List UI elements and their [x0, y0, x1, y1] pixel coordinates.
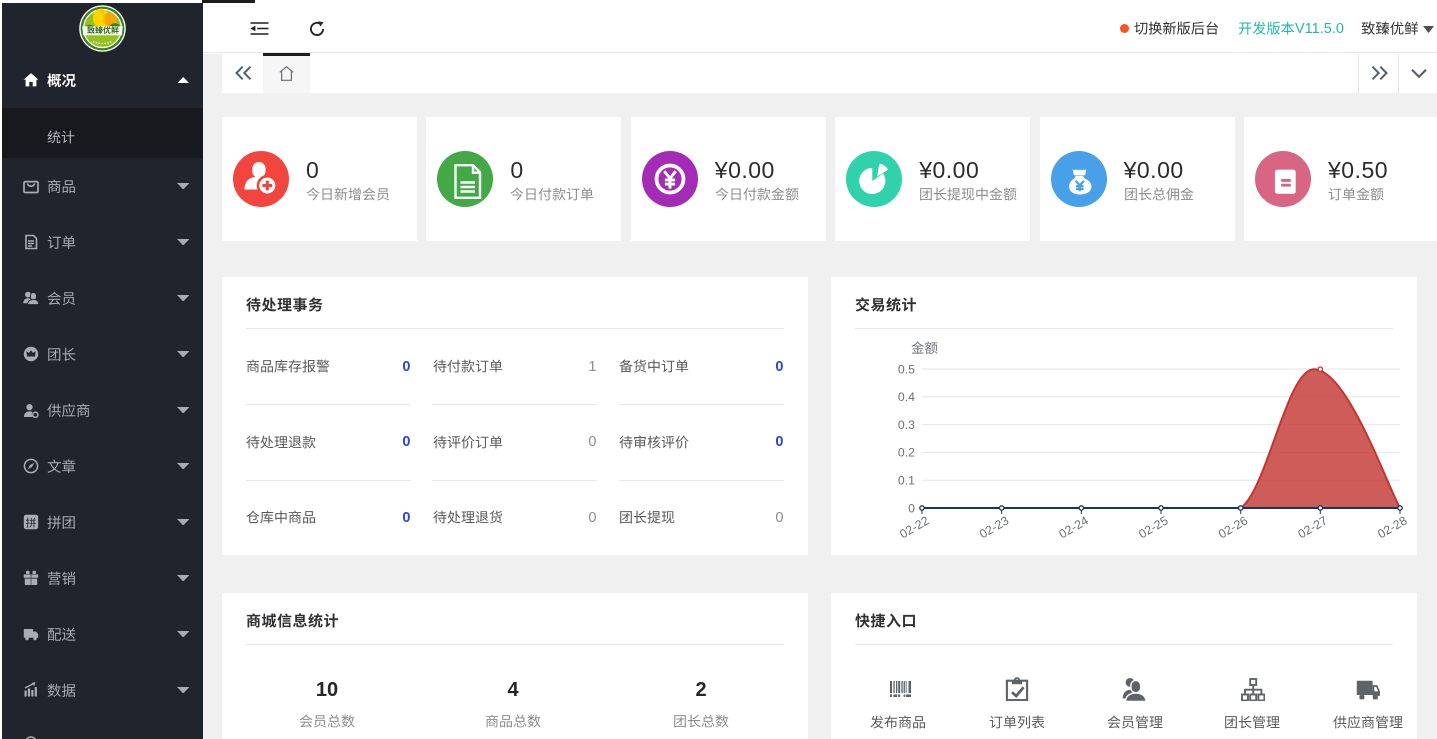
svg-text:0.3: 0.3: [898, 418, 915, 432]
svg-text:02-23: 02-23: [977, 513, 1011, 541]
svg-text:0.5: 0.5: [898, 362, 915, 376]
svg-text:0.2: 0.2: [898, 446, 915, 460]
svg-text:0.1: 0.1: [898, 474, 915, 488]
svg-text:02-28: 02-28: [1375, 513, 1409, 541]
svg-text:02-22: 02-22: [897, 513, 931, 541]
svg-text:02-27: 02-27: [1296, 513, 1330, 541]
svg-text:02-26: 02-26: [1216, 513, 1250, 541]
svg-text:02-24: 02-24: [1057, 513, 1091, 541]
svg-text:0: 0: [908, 501, 915, 515]
svg-text:0.4: 0.4: [898, 390, 915, 404]
svg-text:02-25: 02-25: [1136, 513, 1170, 541]
